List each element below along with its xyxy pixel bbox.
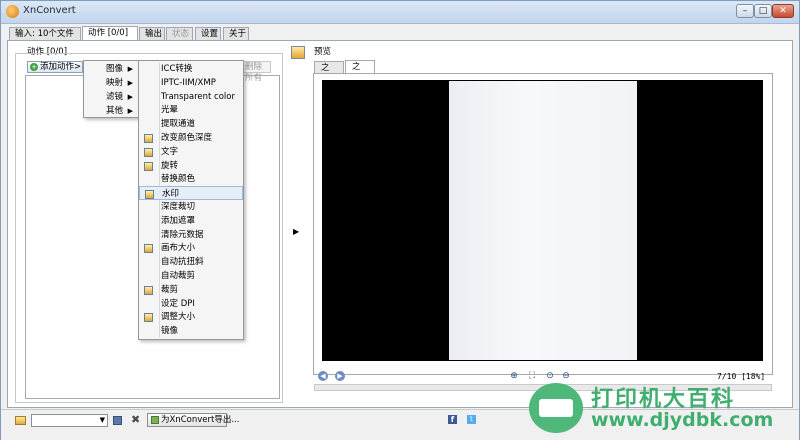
export-button[interactable]: 为XnConvert导出... <box>147 413 239 427</box>
menu-item-label: 滤镜 <box>106 92 124 102</box>
preview-document <box>449 81 637 360</box>
submenu-item[interactable]: 清除元数据 <box>139 228 243 242</box>
title-bar: XnConvert – □ ✕ <box>1 1 799 24</box>
submenu-item[interactable]: 设定 DPI <box>139 297 243 311</box>
add-action-button[interactable]: + 添加动作> <box>27 61 83 73</box>
submenu-item-label: 替换颜色 <box>161 174 196 185</box>
preview-title: 预览 <box>314 47 332 57</box>
submenu-arrow-icon: ▶ <box>127 107 133 115</box>
export-icon <box>151 416 159 424</box>
menu-item-label: 映射 <box>106 78 124 88</box>
save-icon[interactable] <box>113 416 122 425</box>
submenu-item-label: 镜像 <box>161 326 179 337</box>
submenu-item[interactable]: 光晕 <box>139 103 243 117</box>
printer-logo-icon <box>529 383 583 433</box>
submenu-item[interactable]: 自动抗扭斜 <box>139 255 243 269</box>
maximize-button[interactable]: □ <box>754 4 772 18</box>
watermark-url: www.djydbk.com <box>591 409 774 431</box>
submenu-item[interactable]: IPTC-IIM/XMP <box>139 76 243 90</box>
submenu-item-label: 裁剪 <box>161 284 179 295</box>
submenu-item[interactable]: 镜像 <box>139 324 243 338</box>
submenu-item[interactable]: 旋转 <box>139 159 243 173</box>
submenu-item-label: ICC转换 <box>161 64 193 74</box>
menu-item-other[interactable]: 其他 ▶ <box>84 104 138 118</box>
submenu-item-label: 调整大小 <box>161 312 196 323</box>
window-title: XnConvert <box>23 5 76 16</box>
close-button[interactable]: ✕ <box>772 4 794 18</box>
submenu-item-label: 改变颜色深度 <box>161 133 213 143</box>
tab-input[interactable]: 输入: 10个文件 <box>9 27 81 40</box>
submenu-arrow-icon: ▶ <box>127 65 133 73</box>
submenu-item-label: 自动抗扭斜 <box>161 257 204 268</box>
submenu-item-label: 清除元数据 <box>161 229 204 240</box>
submenu-item[interactable]: ICC转换 <box>139 62 243 76</box>
tab-settings[interactable]: 设置 <box>195 27 221 40</box>
app-window: XnConvert – □ ✕ 输入: 10个文件 动作 [0/0] 输出 状态… <box>0 0 800 440</box>
action-icon <box>144 134 153 143</box>
submenu-item[interactable]: 改变颜色深度 <box>139 131 243 145</box>
image-submenu: ICC转换 IPTC-IIM/XMP Transparent color 光晕提取通道… <box>138 60 244 340</box>
twitter-icon[interactable]: t <box>467 415 476 424</box>
site-watermark: 打印机大百科 www.djydbk.com <box>529 379 797 439</box>
export-label: 为XnConvert导出... <box>161 415 240 425</box>
zoom-in-icon[interactable]: ⊕ <box>509 371 519 381</box>
menu-item-label: 图像 <box>106 64 124 74</box>
submenu-item[interactable]: 深度裁切 <box>139 200 243 214</box>
action-icon <box>145 190 154 200</box>
submenu-item[interactable]: 画布大小 <box>139 241 243 255</box>
menu-item-label: 其他 <box>106 106 124 116</box>
add-action-label: 添加动作> <box>40 62 82 72</box>
preset-select[interactable]: ▼ <box>31 414 108 427</box>
preview-toggle-icon[interactable] <box>291 46 305 59</box>
submenu-item[interactable]: 自动裁剪 <box>139 269 243 283</box>
tab-after[interactable]: 之后 <box>345 60 375 84</box>
submenu-item-label: 提取通道 <box>161 119 196 130</box>
submenu-arrow-icon: ▶ <box>127 79 133 87</box>
delete-icon[interactable]: ✖ <box>131 413 140 426</box>
next-arrow-icon[interactable]: ▶ <box>335 371 345 381</box>
submenu-item[interactable]: 添加遮罩 <box>139 214 243 228</box>
category-menu: 图像 ▶ 映射 ▶ 滤镜 ▶ 其他 ▶ <box>83 60 139 118</box>
submenu-item-label: 光晕 <box>161 105 179 116</box>
prev-arrow-icon[interactable]: ◀ <box>318 371 328 381</box>
expand-arrow-icon[interactable]: ▶ <box>293 227 299 236</box>
facebook-icon[interactable]: f <box>448 415 457 424</box>
submenu-item-label: 添加遮罩 <box>161 215 196 226</box>
submenu-item-label: 自动裁剪 <box>161 271 196 281</box>
submenu-item-label: 深度裁切 <box>161 202 196 212</box>
submenu-item[interactable]: 提取通道 <box>139 117 243 131</box>
submenu-item-label: 水印 <box>162 189 180 200</box>
menu-item-filter[interactable]: 滤镜 ▶ <box>84 90 138 104</box>
submenu-item[interactable]: Transparent color <box>139 90 243 104</box>
action-icon <box>144 161 153 171</box>
submenu-item-label: Transparent color <box>161 91 235 102</box>
menu-item-image[interactable]: 图像 ▶ <box>84 62 138 76</box>
action-icon <box>144 147 153 157</box>
tab-output[interactable]: 输出 <box>139 27 165 40</box>
submenu-item[interactable]: 水印 <box>139 186 243 201</box>
submenu-item-label: 旋转 <box>161 160 179 171</box>
submenu-arrow-icon: ▶ <box>127 93 133 101</box>
menu-item-map[interactable]: 映射 ▶ <box>84 76 138 90</box>
submenu-item[interactable]: 替换颜色 <box>139 172 243 186</box>
folder-icon[interactable] <box>15 416 26 425</box>
chevron-down-icon: ▼ <box>99 416 105 424</box>
action-icon <box>144 313 153 323</box>
action-icon <box>144 244 153 254</box>
add-icon: + <box>30 63 38 71</box>
tab-actions[interactable]: 动作 [0/0] <box>82 26 138 41</box>
submenu-item-label: IPTC-IIM/XMP <box>161 77 216 88</box>
tab-about[interactable]: 关于 <box>223 27 249 40</box>
tab-status[interactable]: 状态 <box>166 27 193 40</box>
submenu-item-label: 设定 DPI <box>161 298 195 309</box>
delete-all-button[interactable]: 删除所有 <box>241 61 271 83</box>
action-icon <box>144 285 153 295</box>
submenu-item[interactable]: 裁剪 <box>139 283 243 297</box>
submenu-item[interactable]: 调整大小 <box>139 310 243 324</box>
submenu-item[interactable]: 文字 <box>139 145 243 159</box>
minimize-button[interactable]: – <box>736 4 754 18</box>
app-icon <box>6 5 19 18</box>
submenu-item-label: 文字 <box>161 146 179 157</box>
submenu-item-label: 画布大小 <box>161 243 196 254</box>
